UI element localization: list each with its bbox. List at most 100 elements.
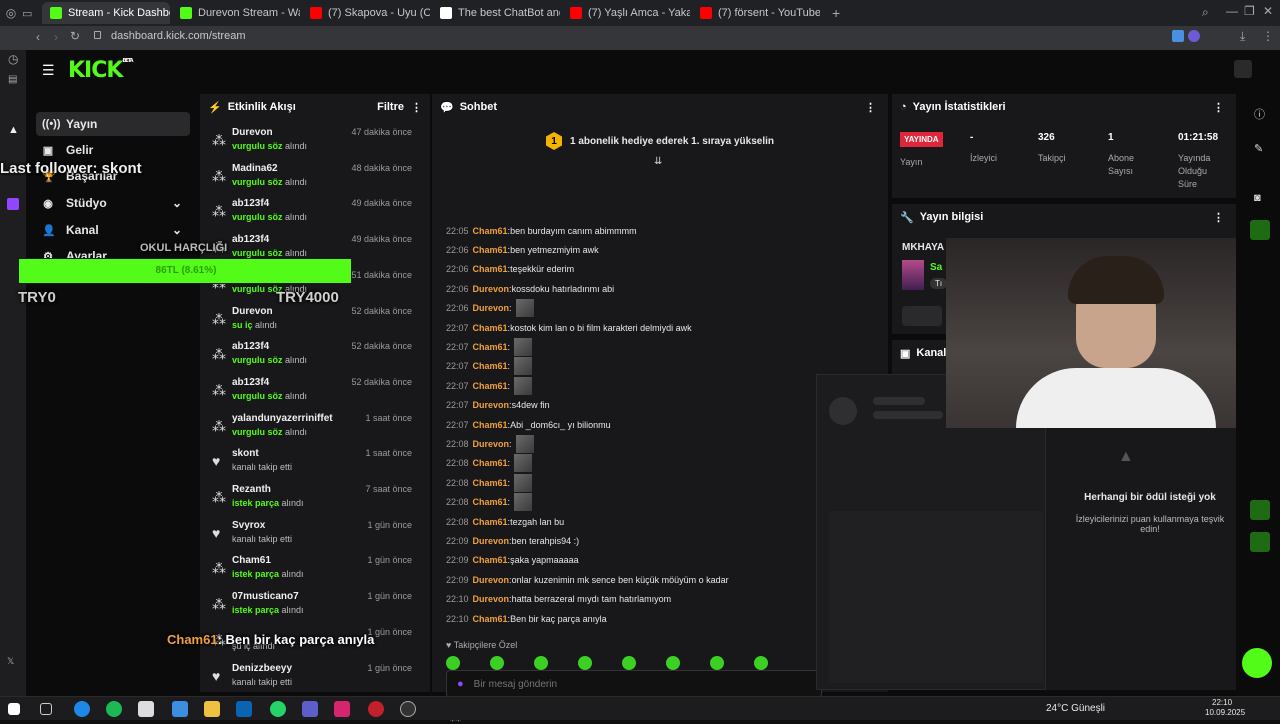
emote-button[interactable] bbox=[622, 656, 636, 670]
emote-image[interactable] bbox=[514, 376, 533, 395]
message-username[interactable]: Cham61 bbox=[473, 226, 508, 236]
chat-message[interactable]: 22:06 Durevon: kossdoku hatırladınmı abi bbox=[446, 279, 614, 298]
message-username[interactable]: Cham61 bbox=[473, 555, 508, 565]
message-username[interactable]: Cham61 bbox=[473, 458, 508, 468]
message-username[interactable]: Cham61 bbox=[473, 264, 508, 274]
browser-tab[interactable]: (7) Yaşlı Amca - Yakamoz bbox=[562, 2, 690, 24]
chat-message[interactable]: 22:05 Cham61: ben burdayım canım abimmmm bbox=[446, 221, 637, 240]
event-username[interactable]: ab123f4 bbox=[232, 198, 269, 209]
event-username[interactable]: 07musticano7 bbox=[232, 591, 299, 602]
message-username[interactable]: Cham61 bbox=[473, 381, 508, 391]
emote-button[interactable] bbox=[490, 656, 504, 670]
camera-icon[interactable]: ◙ bbox=[1254, 192, 1261, 204]
explorer-icon[interactable] bbox=[204, 701, 220, 717]
event-username[interactable]: ab123f4 bbox=[232, 341, 269, 352]
opera-icon[interactable] bbox=[368, 701, 384, 717]
browser-menu-icon[interactable]: ◎ bbox=[0, 6, 22, 20]
chat-message[interactable]: 22:09 Durevon: ben terahpis94 :) bbox=[446, 531, 579, 550]
chat-message[interactable]: 22:08 Cham61: tezgah lan bu bbox=[446, 512, 564, 531]
message-username[interactable]: Cham61 bbox=[473, 614, 508, 624]
activity-event[interactable]: ⁂ Durevon 52 dakika önce su iç alındı bbox=[200, 303, 422, 337]
emote-image[interactable] bbox=[514, 493, 533, 512]
info-icon[interactable]: ⓘ bbox=[1254, 106, 1265, 122]
emote-button[interactable] bbox=[754, 656, 768, 670]
scroll-to-bottom-icon[interactable]: ⇊ bbox=[654, 156, 662, 167]
message-username[interactable]: Cham61 bbox=[473, 478, 508, 488]
new-tab-button[interactable]: + bbox=[832, 5, 840, 21]
message-username[interactable]: Durevon bbox=[473, 536, 510, 546]
download-icon[interactable]: ⤓ bbox=[1240, 29, 1245, 44]
x-sidebar-icon[interactable]: 𝕏 bbox=[7, 656, 14, 667]
emote-button[interactable] bbox=[710, 656, 724, 670]
chat-message[interactable]: 22:07 Cham61: bbox=[446, 337, 533, 356]
activity-event[interactable]: ⁂ Madina62 48 dakika önce vurgulu söz alınd… bbox=[200, 160, 422, 194]
event-username[interactable]: Durevon bbox=[232, 306, 273, 317]
chat-message[interactable]: 22:08 Cham61: bbox=[446, 473, 533, 492]
start-icon[interactable] bbox=[8, 703, 20, 715]
rail-green-icon-2[interactable] bbox=[1250, 500, 1270, 520]
activity-event[interactable]: ⁂ ab123f4 49 dakika önce vurgulu söz alındı bbox=[200, 195, 422, 229]
event-username[interactable]: skont bbox=[232, 448, 259, 459]
instagram-icon[interactable] bbox=[334, 701, 350, 717]
nav-item-4[interactable]: ◉ Stüdyo ⌄ bbox=[36, 191, 190, 215]
chat-message[interactable]: 22:06 Cham61: ben yetmezmiyim awk bbox=[446, 240, 599, 259]
message-username[interactable]: Durevon bbox=[473, 303, 510, 313]
emote-button[interactable] bbox=[666, 656, 680, 670]
chat-message[interactable]: 22:07 Cham61: bbox=[446, 357, 533, 376]
emote-image[interactable] bbox=[515, 299, 534, 318]
menu-dots-icon[interactable]: ⋮ bbox=[1262, 29, 1274, 43]
chat-message[interactable]: 22:07 Cham61: Abi _dom6cı_ yı bilionmu bbox=[446, 415, 611, 434]
event-username[interactable]: Rezanth bbox=[232, 484, 271, 495]
activity-event[interactable]: ♥ skont 1 saat önce kanalı takip etti bbox=[200, 445, 422, 479]
emote-image[interactable] bbox=[514, 337, 533, 356]
chevron-down-icon[interactable]: ⌄ bbox=[172, 196, 182, 210]
emote-image[interactable] bbox=[515, 434, 534, 453]
chevron-down-icon[interactable]: ⌄ bbox=[172, 223, 182, 237]
edge-icon[interactable] bbox=[74, 701, 90, 717]
chat-message[interactable]: 22:06 Cham61: teşekkür ederim bbox=[446, 260, 574, 279]
forward-icon[interactable]: › bbox=[54, 30, 58, 44]
pen-icon[interactable]: ✎ bbox=[1254, 142, 1263, 155]
browser-tab[interactable]: Stream - Kick Dashboard bbox=[42, 2, 170, 24]
event-username[interactable]: ab123f4 bbox=[232, 377, 269, 388]
message-username[interactable]: Cham61 bbox=[473, 420, 508, 430]
message-username[interactable]: Durevon bbox=[473, 594, 510, 604]
shield-icon[interactable] bbox=[1188, 30, 1200, 42]
extensions-icon[interactable] bbox=[1172, 30, 1184, 42]
event-username[interactable]: ab123f4 bbox=[232, 234, 269, 245]
support-icon[interactable] bbox=[1242, 648, 1272, 678]
sub-gift-banner[interactable]: 1 1 abonelik hediye ederek 1. sıraya yük… bbox=[432, 130, 888, 152]
message-username[interactable]: Durevon bbox=[473, 284, 510, 294]
chat-input[interactable] bbox=[473, 678, 774, 690]
message-username[interactable]: Cham61 bbox=[473, 517, 508, 527]
emote-image[interactable] bbox=[514, 357, 533, 376]
tab-overview-icon[interactable]: ▭ bbox=[22, 7, 40, 20]
message-username[interactable]: Cham61 bbox=[473, 497, 508, 507]
chat-message[interactable]: 22:10 Cham61: Ben bir kaç parça anıyla bbox=[446, 609, 607, 628]
obs-icon[interactable] bbox=[400, 701, 416, 717]
message-username[interactable]: Durevon bbox=[473, 400, 510, 410]
chat-message[interactable]: 22:10 Durevon: hatta berrazeral mıydı tam… bbox=[446, 590, 671, 609]
browser-tab[interactable]: (7) Skapova - Uyu (Officia bbox=[302, 2, 430, 24]
filter-button[interactable]: Filtre bbox=[377, 101, 404, 113]
search-icon[interactable]: ⌕ bbox=[1202, 5, 1209, 20]
info-more-icon[interactable]: ⋮ bbox=[1213, 211, 1224, 224]
emote-button[interactable] bbox=[446, 656, 460, 670]
whatsapp-icon[interactable] bbox=[270, 701, 286, 717]
nav-item-5[interactable]: 👤 Kanal ⌄ bbox=[36, 218, 190, 242]
chat-message[interactable]: 22:09 Cham61: şaka yapmaaaaa bbox=[446, 551, 579, 570]
message-username[interactable]: Cham61 bbox=[473, 323, 508, 333]
activity-more-icon[interactable]: ⋮ bbox=[411, 101, 422, 114]
copilot-icon[interactable] bbox=[172, 701, 188, 717]
chat-input-box[interactable]: ● bbox=[446, 670, 822, 698]
activity-event[interactable]: ⁂ ab123f4 52 dakika önce vurgulu söz alındı bbox=[200, 374, 422, 408]
message-username[interactable]: Cham61 bbox=[473, 342, 508, 352]
chat-message[interactable]: 22:08 Durevon: bbox=[446, 434, 534, 453]
printer-icon[interactable]: ▤ bbox=[8, 74, 17, 85]
chat-message[interactable]: 22:08 Cham61: bbox=[446, 493, 533, 512]
activity-event[interactable]: ⁂ Rezanth 7 saat önce istek parça alındı bbox=[200, 481, 422, 515]
clock-date[interactable]: 10.09.2025 bbox=[1205, 708, 1245, 717]
chat-message[interactable]: 22:07 Cham61: bbox=[446, 376, 533, 395]
activity-event[interactable]: ⁂ Durevon 47 dakika önce vurgulu söz alındı bbox=[200, 124, 422, 158]
close-icon[interactable]: ✕ bbox=[1263, 4, 1273, 18]
